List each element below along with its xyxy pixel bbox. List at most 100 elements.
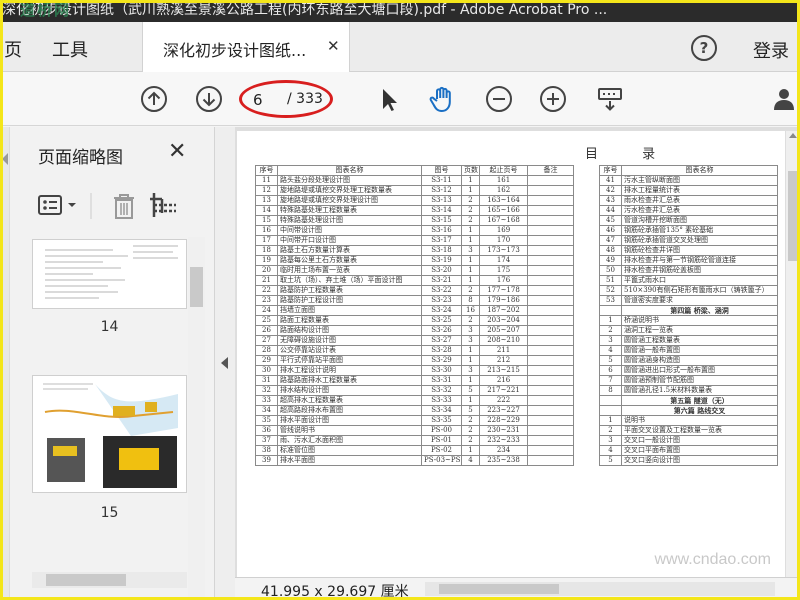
close-tab-icon[interactable]: ✕ [327, 37, 340, 55]
scrollbar-handle[interactable] [190, 267, 203, 307]
scrollbar-handle[interactable] [46, 574, 126, 586]
table-cell: 排水平面图 [277, 455, 422, 466]
table-cell: 平篦式雨水口 [621, 275, 778, 286]
share-user-icon[interactable] [772, 85, 800, 113]
table-cell: 路基土石方数量计算表 [277, 245, 422, 256]
table-cell: 管线说明书 [277, 425, 422, 436]
previous-page-icon[interactable] [140, 85, 168, 113]
table-cell: 20 [255, 265, 278, 276]
scrollbar-handle[interactable] [439, 584, 559, 594]
table-cell: 53 [599, 295, 622, 306]
table-cell: 48 [599, 245, 622, 256]
table-cell: 7 [599, 375, 622, 386]
pdf-page: 目 录 序号 图表名称 图号 页数 起止页号 备注 11 路头盐分段处理设计图 S3-11 1 1… [237, 131, 785, 577]
table-cell: 排水结构设计图 [277, 385, 422, 396]
table-cell: 说明书 [621, 415, 778, 426]
table-cell: 1 [461, 255, 480, 266]
document-horizontal-scrollbar[interactable] [425, 582, 775, 596]
table-row: 37 雨、污水汇水面积图 PS-01 2 232~233 [255, 435, 574, 446]
table-row: 39排水平面图PS-03~PS-064235~238 [255, 455, 574, 466]
table-cell: 179~186 [479, 295, 528, 306]
table-header-cell: 页数 [461, 165, 480, 176]
table-cell: 路面工程数量表 [277, 315, 422, 326]
collapse-pane-handle[interactable] [215, 127, 235, 600]
document-title: 目 录 [585, 147, 676, 162]
collapse-arrow-icon[interactable] [221, 357, 228, 369]
table-cell: 235~238 [479, 455, 528, 466]
table-cell: 平行式停靠站平面图 [277, 355, 422, 366]
table-row: 12 旋地路堤或填挖交界处理工程数量表 S3-12 1 162 [255, 185, 574, 196]
tab-bar: 页 工具 深化初步设计图纸... ✕ ? 登录 [0, 22, 800, 72]
table-cell: 2 [461, 285, 480, 296]
table-row: 52 510×390有侧石矩形有篦雨水口（铸铁篦子） [599, 285, 778, 296]
table-row: 16 中间带设计图 S3-16 1 169 [255, 225, 574, 236]
table-cell: 203~204 [479, 315, 528, 326]
table-cell: 1 [461, 175, 480, 186]
table-cell: 228~229 [479, 415, 528, 426]
table-cell: 162 [479, 185, 528, 196]
table-row: 27 无障碍设施设计图 S3-27 3 208~210 [255, 335, 574, 346]
table-cell: 2 [599, 325, 622, 336]
table-row: 53 管道密实度要求 [599, 295, 778, 306]
table-cell: 管道沟槽开挖断面图 [621, 215, 778, 226]
table-cell [527, 335, 574, 346]
table-cell: 52 [599, 285, 622, 296]
table-cell: 27 [255, 335, 278, 346]
table-cell: S3-19 [421, 255, 462, 266]
table-cell: 第四篇 桥梁、涵洞 [621, 305, 778, 316]
table-cell: S3-17 [421, 235, 462, 246]
tab-home[interactable]: 页 [4, 36, 22, 62]
hand-tool-icon[interactable] [428, 85, 456, 113]
table-cell: 挡墙立面图 [277, 305, 422, 316]
page-thumbnail[interactable] [32, 375, 187, 493]
zoom-in-icon[interactable] [539, 85, 567, 113]
page-display-icon[interactable] [596, 85, 624, 113]
table-cell: 圆管涵涵身构造图 [621, 355, 778, 366]
select-cursor-icon[interactable] [375, 85, 403, 113]
close-pane-icon[interactable]: ✕ [168, 139, 186, 164]
tab-tools[interactable]: 工具 [52, 36, 88, 62]
table-cell: PS-03~PS-06 [421, 455, 462, 466]
table-cell: 污水检查井汇总表 [621, 205, 778, 216]
table-cell: 50 [599, 265, 622, 276]
tab-document[interactable]: 深化初步设计图纸... ✕ [142, 22, 350, 72]
thumbnails-scrollbar[interactable] [188, 237, 205, 597]
table-row: 4 交叉口平面布置图 [599, 445, 778, 456]
table-cell [527, 305, 574, 316]
table-cell: 12 [255, 185, 278, 196]
table-cell: 232~233 [479, 435, 528, 446]
help-icon[interactable]: ? [691, 35, 717, 61]
table-cell: 14 [255, 205, 278, 216]
table-row: 1 说明书 [599, 415, 778, 426]
page-thumbnail[interactable] [32, 239, 187, 309]
table-cell: 路基防护工程设计图 [277, 295, 422, 306]
signin-button[interactable]: 登录 [753, 37, 789, 63]
options-menu-icon[interactable] [38, 195, 76, 215]
table-cell: 173~173 [479, 245, 528, 256]
expand-arrow-icon[interactable] [2, 153, 8, 165]
table-row: 44 污水检查井汇总表 [599, 205, 778, 216]
table-cell [527, 275, 574, 286]
document-scrollbar[interactable] [786, 131, 800, 577]
table-cell: 旋地路堤或填挖交界处理设计图 [277, 195, 422, 206]
zoom-out-icon[interactable] [485, 85, 513, 113]
table-cell [527, 225, 574, 236]
table-cell: 取土坑（场）、弃土堆（场）平面设计图 [277, 275, 422, 286]
table-row: 11 路头盐分段处理设计图 S3-11 1 161 [255, 175, 574, 186]
table-cell: 25 [255, 315, 278, 326]
table-row: 21 取土坑（场）、弃土堆（场）平面设计图 S3-21 1 176 [255, 275, 574, 286]
table-cell: 钢筋砼承插管道交叉处理图 [621, 235, 778, 246]
table-cell: S3-33 [421, 395, 462, 406]
table-cell: 38 [255, 445, 278, 456]
crop-pages-icon[interactable] [150, 193, 176, 217]
table-row: 30 排水工程设计说明 S3-30 3 213~215 [255, 365, 574, 376]
next-page-icon[interactable] [195, 85, 223, 113]
delete-icon[interactable] [114, 194, 134, 219]
table-cell [599, 305, 622, 316]
scroll-up-arrow-icon[interactable] [789, 133, 797, 138]
scrollbar-handle[interactable] [788, 171, 798, 261]
thumbnails-horizontal-scrollbar[interactable] [32, 572, 187, 588]
table-cell [527, 455, 574, 466]
table-cell: 187~202 [479, 305, 528, 316]
table-cell: 排水工程量统计表 [621, 185, 778, 196]
